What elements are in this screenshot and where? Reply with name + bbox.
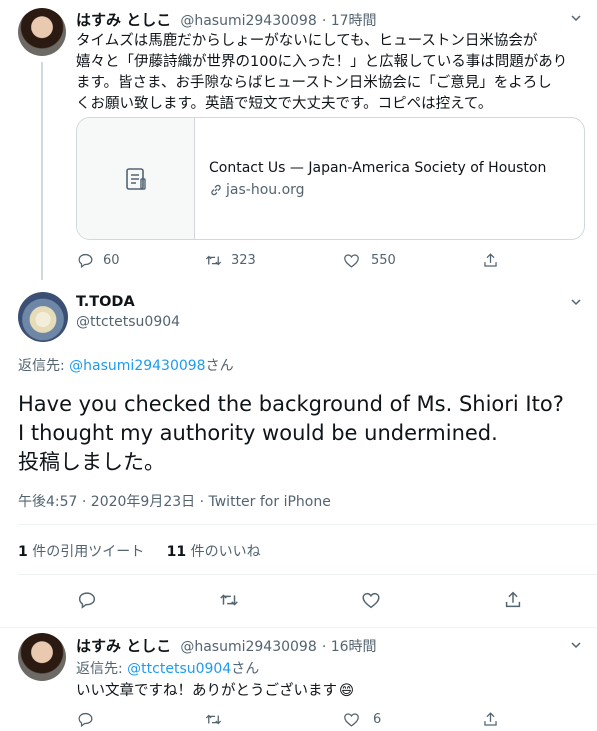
tweet-time[interactable]: · 17時間 [322,13,377,29]
chevron-down-icon[interactable] [571,297,581,307]
like-button[interactable] [360,589,382,611]
avatar[interactable] [18,292,68,342]
author-name[interactable]: はすみ としこ [76,637,171,655]
tweet-text: タイムズは馬鹿だからしょーがないにしても、ヒューストン日米協会が 嬉々と「伊藤詩… [76,33,568,112]
tweet-text: いい文章ですね！ありがとうございます 😄 [76,683,355,699]
tweet-hasumi-1[interactable]: はすみ としこ @hasumi29430098 · 17時間 タイムズは馬鹿だか… [0,0,597,282]
document-icon [125,167,146,190]
retweet-icon [205,255,222,266]
reply-context: 返信先: @hasumi29430098さん [18,358,234,374]
reply-button[interactable]: 60 [76,251,120,270]
reply-button[interactable] [76,710,95,729]
tweet-time[interactable]: · 16時間 [322,639,377,655]
tweet-timestamp[interactable]: 午後4:57 · 2020年9月23日 · [18,494,209,510]
chevron-down-icon[interactable] [571,640,581,650]
author-handle[interactable]: @hasumi29430098 [180,13,316,29]
reply-to-link[interactable]: @hasumi29430098 [69,358,205,374]
tweet-hasumi-reply[interactable]: はすみ としこ @hasumi29430098 · 16時間 返信先: @ttc… [0,628,597,731]
reply-button[interactable] [76,589,98,611]
tweet-source[interactable]: Twitter for iPhone [209,494,331,510]
link-icon [211,184,221,196]
retweet-icon [220,594,238,606]
thread-line [41,62,43,280]
share-button[interactable] [481,251,500,270]
card-domain: jas-hou.org [226,182,305,198]
like-icon [362,592,380,609]
engagement-stats: 1 件の引用ツイート 11 件のいいね [18,541,261,561]
author-name[interactable]: はすみ としこ [76,11,171,29]
author-handle[interactable]: @hasumi29430098 [180,639,316,655]
like-button[interactable]: 6 [342,710,381,729]
reply-icon [78,253,93,269]
retweet-count: 323 [231,253,256,268]
card-title: Contact Us — Japan-America Society of Ho… [209,160,547,176]
retweet-icon [205,714,222,725]
reply-icon [78,592,96,609]
quote-tweets-link[interactable]: 1 件の引用ツイート [18,544,144,560]
author-name[interactable]: T.TODA [76,294,135,310]
tweet-meta: 午後4:57 · 2020年9月23日 · Twitter for iPhone [18,491,331,511]
reply-count: 60 [103,253,120,268]
tweet-main: T.TODA @ttctetsu0904 返信先: @hasumi2943009… [0,282,597,627]
avatar[interactable] [18,8,66,56]
share-icon [484,253,497,267]
share-button[interactable] [481,710,500,729]
grinning-face-emoji: 😄 [339,683,355,699]
reply-to-link[interactable]: @ttctetsu0904 [127,661,231,677]
share-icon [505,591,521,608]
reply-icon [78,712,93,728]
likes-link[interactable]: 11 件のいいね [167,544,261,560]
like-icon [344,713,359,727]
reply-context: 返信先: @ttctetsu0904さん [76,661,260,677]
like-count: 550 [371,253,396,268]
link-card[interactable]: Contact Us — Japan-America Society of Ho… [76,117,585,240]
retweet-button[interactable] [204,710,223,729]
like-icon [344,254,359,268]
like-count: 6 [373,712,382,727]
share-button[interactable] [502,589,524,611]
tweet-text: Have you checked the background of Ms. S… [18,392,564,474]
share-icon [484,712,497,726]
retweet-button[interactable]: 323 [204,251,256,270]
like-button[interactable]: 550 [342,251,396,270]
avatar[interactable] [18,633,66,681]
author-handle[interactable]: @ttctetsu0904 [76,314,180,330]
chevron-down-icon[interactable] [571,13,581,23]
retweet-button[interactable] [218,589,240,611]
